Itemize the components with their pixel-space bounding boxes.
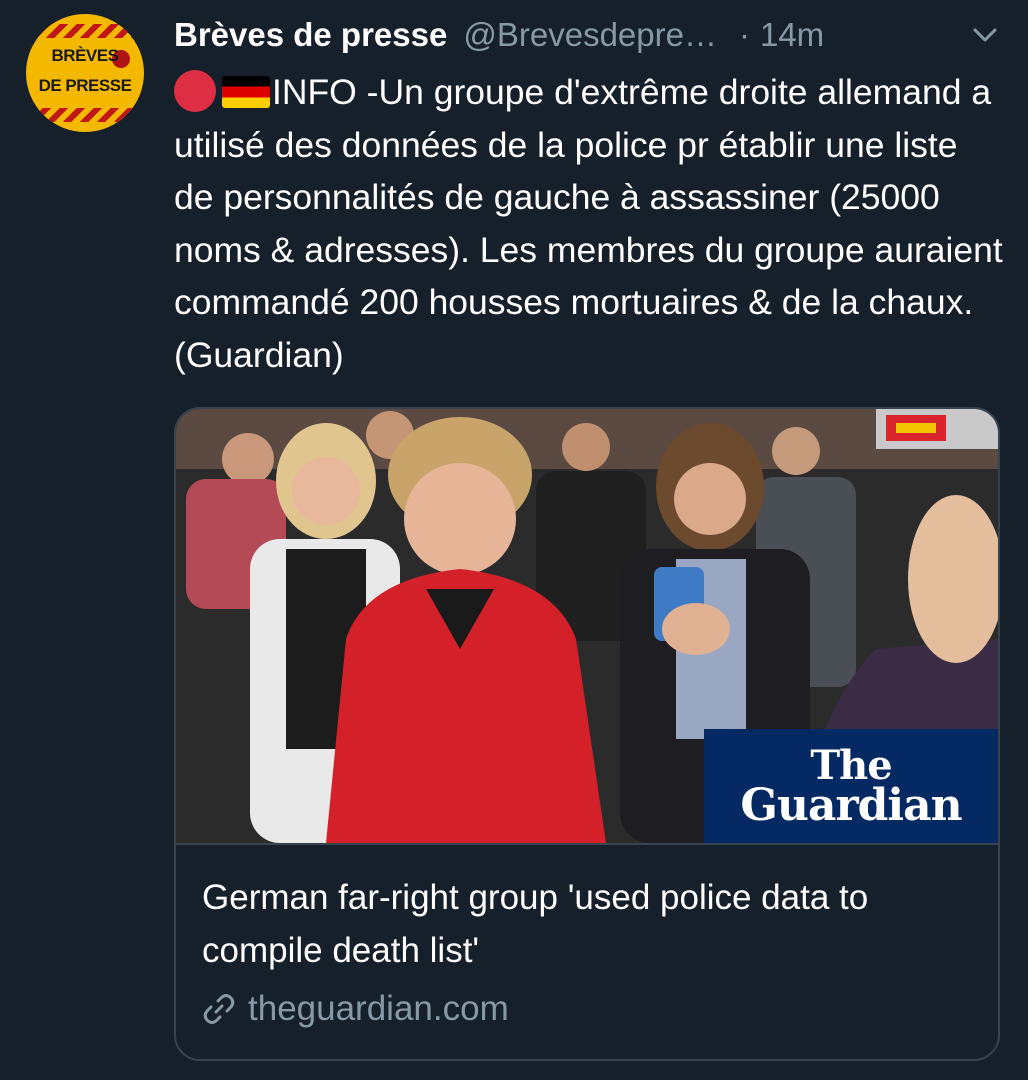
card-domain: theguardian.com: [248, 989, 509, 1028]
guardian-logo-line2: Guardian: [740, 780, 962, 831]
separator-dot: ·: [738, 16, 750, 53]
germany-flag-icon: [222, 76, 270, 108]
link-card[interactable]: The Guardian German far-right group 'use…: [174, 407, 1000, 1061]
author-handle[interactable]: @Brevesdepre…: [463, 16, 717, 54]
card-divider: [176, 843, 998, 845]
card-title[interactable]: German far-right group 'used police data…: [202, 871, 982, 977]
tweet-timestamp[interactable]: 14m: [760, 16, 824, 54]
avatar[interactable]: BRÈVES DE PRESSE: [26, 14, 144, 132]
avatar-stripe-bottom: [26, 108, 144, 122]
avatar-text-line2: DE PRESSE: [38, 76, 132, 95]
card-image[interactable]: The Guardian: [176, 409, 998, 843]
card-link[interactable]: theguardian.com: [202, 985, 509, 1033]
avatar-text-line1: BRÈVES: [51, 46, 119, 65]
tweet-body: INFO -Un groupe d'extrême droite alleman…: [174, 66, 1004, 381]
chevron-down-icon[interactable]: [972, 24, 998, 46]
avatar-stripe-top: [26, 24, 144, 38]
guardian-logo: The Guardian: [704, 729, 998, 843]
tweet[interactable]: BRÈVES DE PRESSE Brèves de presse @Breve…: [0, 0, 1028, 1080]
tweet-header: Brèves de presse @Brevesdepre… · 14m: [174, 14, 1004, 56]
tweet-text: INFO -Un groupe d'extrême droite alleman…: [174, 72, 1003, 375]
link-icon: [203, 994, 235, 1024]
author-display-name[interactable]: Brèves de presse: [174, 16, 447, 54]
red-circle-icon: [174, 70, 216, 112]
